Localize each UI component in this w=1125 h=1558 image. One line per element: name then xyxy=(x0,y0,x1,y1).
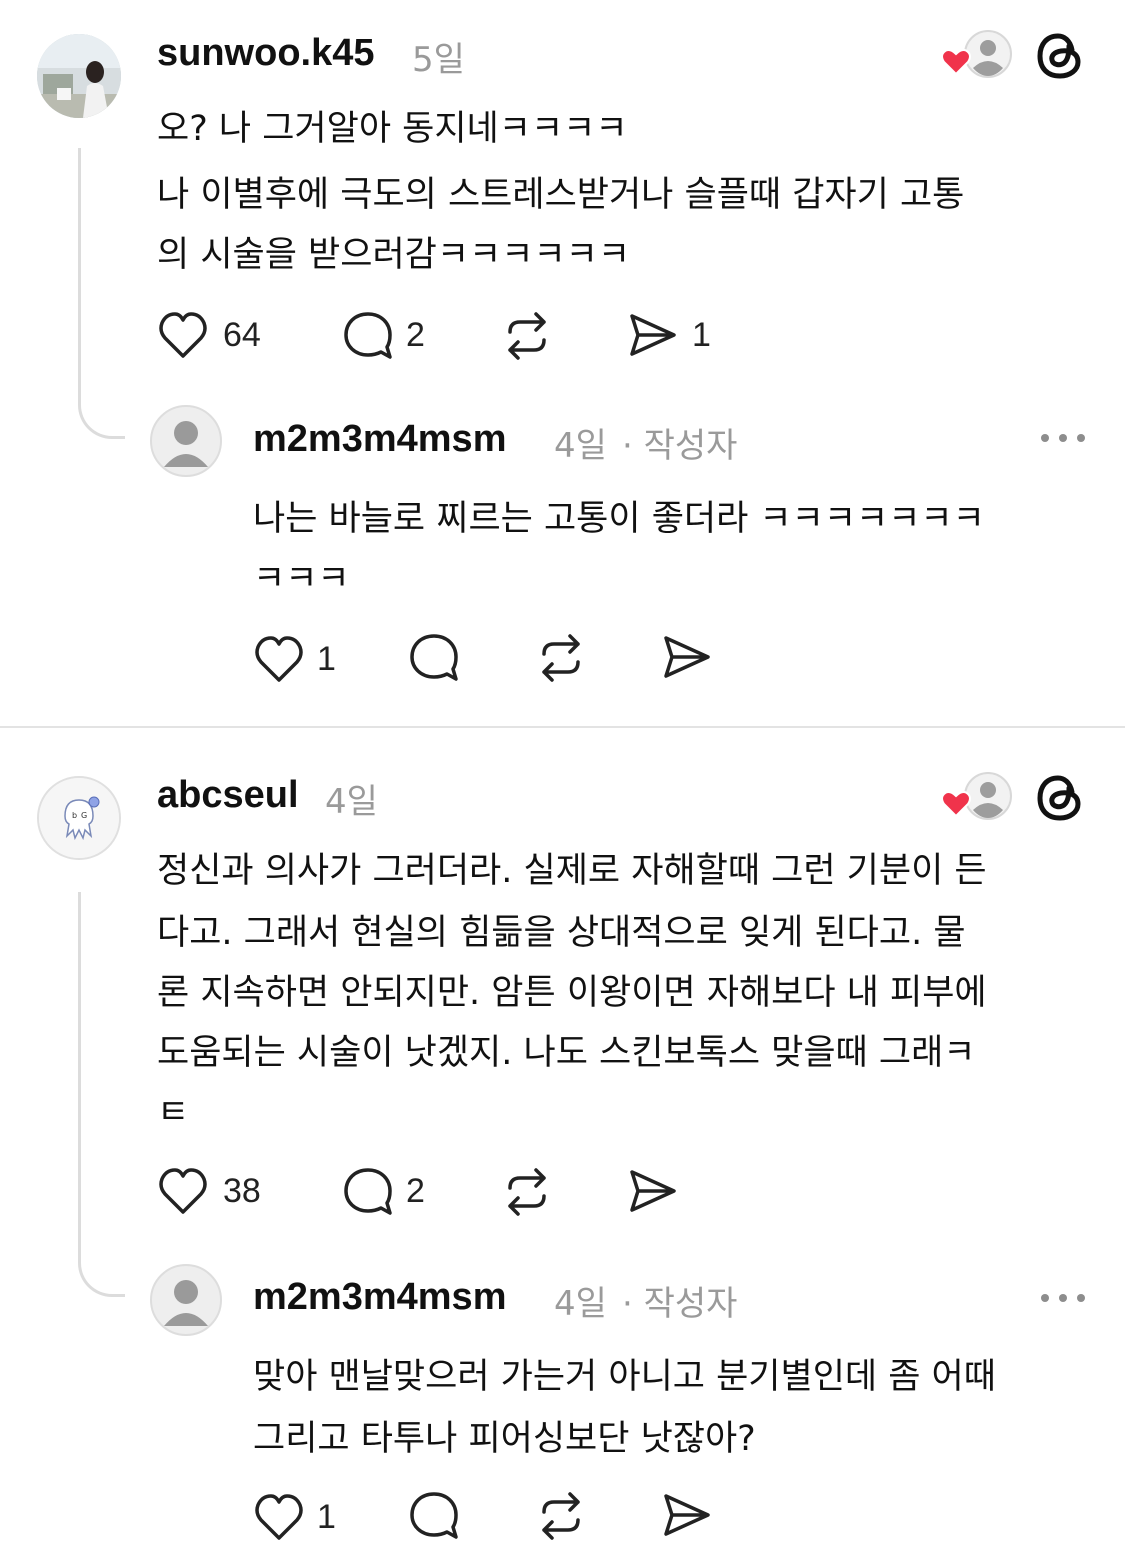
reply-avatar[interactable] xyxy=(150,1264,222,1336)
comment-text-line: 다고. 그래서 현실의 힘듦을 상대적으로 잊게 된다고. 물 xyxy=(157,913,966,953)
comment-username[interactable]: sunwoo.k45 xyxy=(157,32,375,75)
author-tag: · 작성자 xyxy=(622,1284,738,1324)
comment-bubble-icon[interactable] xyxy=(408,632,460,684)
thread-connector-curve xyxy=(78,1248,125,1297)
thread-connector xyxy=(78,148,81,392)
heart-outline-icon[interactable] xyxy=(157,310,209,360)
user-avatar[interactable] xyxy=(37,34,121,118)
like-count: 1 xyxy=(317,1498,336,1536)
send-icon[interactable] xyxy=(660,1490,714,1540)
thread-connector-curve xyxy=(78,392,125,439)
threads-logo-icon[interactable] xyxy=(1034,30,1086,82)
avatar-photo xyxy=(37,34,121,118)
reply-text-line: 맞아 맨날맞으러 가는거 아니고 분기별인데 좀 어때 xyxy=(253,1357,996,1397)
heart-outline-icon[interactable] xyxy=(157,1166,209,1216)
repost-icon[interactable] xyxy=(500,1166,554,1218)
liked-by-author-icon xyxy=(940,770,1014,824)
comment-bubble-icon[interactable] xyxy=(408,1490,460,1542)
comment-text-line: 나 이별후에 극도의 스트레스받거나 슬플때 갑자기 고통 xyxy=(157,175,965,215)
like-count: 64 xyxy=(223,316,261,354)
more-options-icon[interactable] xyxy=(1038,430,1088,446)
reply-count: 2 xyxy=(406,316,425,354)
reply-text-line: 그리고 타투나 피어싱보단 낫잖아? xyxy=(253,1419,756,1459)
share-count: 1 xyxy=(692,316,711,354)
threads-logo-icon[interactable] xyxy=(1034,772,1086,824)
heart-outline-icon[interactable] xyxy=(253,1492,305,1542)
send-icon[interactable] xyxy=(660,632,714,682)
comment-text-line: ㅌ xyxy=(157,1093,190,1133)
more-options-icon[interactable] xyxy=(1038,1290,1088,1306)
reply-text-line: 나는 바늘로 찌르는 고통이 좋더라 ㅋㅋㅋㅋㅋㅋㅋ xyxy=(253,499,985,539)
author-tag: · 작성자 xyxy=(622,426,738,466)
repost-icon[interactable] xyxy=(500,310,554,362)
comment-text-line: 정신과 의사가 그러더라. 실제로 자해할때 그런 기분이 든 xyxy=(157,851,987,891)
comment-time: 5일 xyxy=(412,40,465,80)
thread-connector xyxy=(78,892,81,1248)
comment-text-line: 도움되는 시술이 낫겠지. 나도 스킨보톡스 맞을때 그래ㅋ xyxy=(157,1033,976,1073)
repost-icon[interactable] xyxy=(534,1490,588,1542)
reply-username[interactable]: m2m3m4msm xyxy=(253,418,506,461)
default-avatar-icon xyxy=(164,421,208,467)
reply-username[interactable]: m2m3m4msm xyxy=(253,1276,506,1319)
reply-count: 2 xyxy=(406,1172,425,1210)
comment-bubble-icon[interactable] xyxy=(342,310,394,362)
default-avatar-icon xyxy=(164,1280,208,1326)
svg-text:G: G xyxy=(81,811,87,820)
reply-time: 4일 xyxy=(554,426,607,466)
comment-text-line: 론 지속하면 안되지만. 암튼 이왕이면 자해보다 내 피부에 xyxy=(157,973,987,1013)
heart-outline-icon[interactable] xyxy=(253,634,305,684)
reply-time: 4일 xyxy=(554,1284,607,1324)
send-icon[interactable] xyxy=(626,1166,680,1216)
liked-by-author-icon xyxy=(940,28,1014,82)
comment-bubble-icon[interactable] xyxy=(342,1166,394,1218)
comment-text-line: 오? 나 그거알아 동지네ㅋㅋㅋㅋ xyxy=(157,109,628,149)
like-count: 1 xyxy=(317,640,336,678)
comment-username[interactable]: abcseul xyxy=(157,774,299,817)
user-avatar[interactable]: b G xyxy=(37,776,121,860)
reply-avatar[interactable] xyxy=(150,405,222,477)
section-divider xyxy=(0,726,1125,728)
svg-text:b: b xyxy=(72,811,77,820)
comment-time: 4일 xyxy=(325,782,378,822)
avatar-illustration: b G xyxy=(39,778,119,858)
repost-icon[interactable] xyxy=(534,632,588,684)
comment-text-line: 의 시술을 받으러감ㅋㅋㅋㅋㅋㅋ xyxy=(157,235,631,275)
like-count: 38 xyxy=(223,1172,261,1210)
send-icon[interactable] xyxy=(626,310,680,360)
reply-text-line: ㅋㅋㅋ xyxy=(253,559,350,599)
